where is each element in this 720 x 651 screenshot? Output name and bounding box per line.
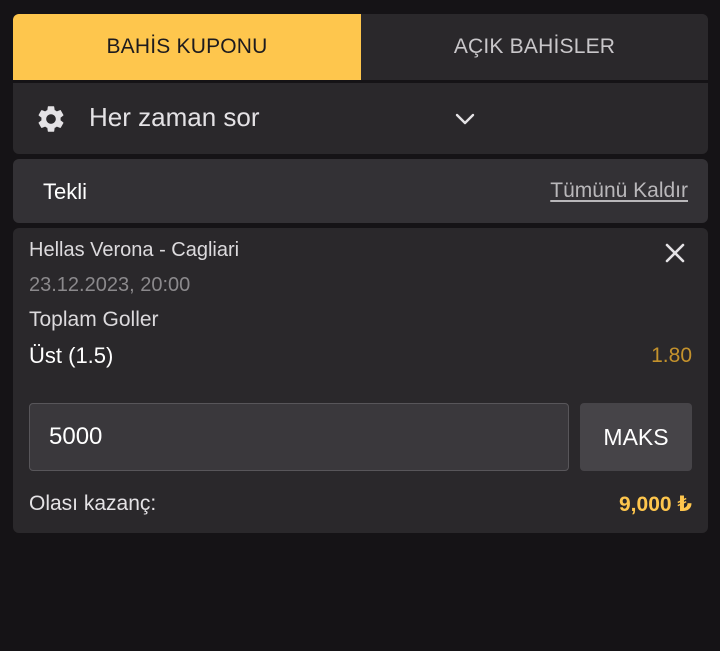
bet-type-label: Tekli <box>43 179 88 204</box>
gear-icon <box>38 106 64 132</box>
market-name: Toplam Goller <box>29 308 159 331</box>
remove-all-link[interactable]: Tümünü Kaldır <box>550 179 688 203</box>
tab-bar: BAHİS KUPONU AÇIK BAHİSLER <box>13 14 708 80</box>
match-datetime: 23.12.2023, 20:00 <box>29 274 191 296</box>
tab-bet-slip[interactable]: BAHİS KUPONU <box>13 14 361 80</box>
bet-slip: BAHİS KUPONU AÇIK BAHİSLER Her zaman sor… <box>13 14 708 533</box>
stake-input[interactable] <box>29 403 569 471</box>
tab-open-bets[interactable]: AÇIK BAHİSLER <box>361 14 708 80</box>
odds-value: 1.80 <box>651 344 692 367</box>
selection-name: Üst (1.5) <box>29 343 114 368</box>
bet-type-bar: Tekli Tümünü Kaldır <box>13 159 708 223</box>
potential-win-label: Olası kazanç: <box>29 492 157 515</box>
bet-card: Hellas Verona - Cagliari 23.12.2023, 20:… <box>13 228 708 533</box>
potential-win-value: 9,000 ₺ <box>619 493 692 516</box>
odds-change-setting[interactable]: Her zaman sor <box>13 83 708 154</box>
close-icon[interactable] <box>664 242 686 264</box>
chevron-down-icon[interactable] <box>453 107 477 131</box>
odds-setting-value: Her zaman sor <box>89 102 260 132</box>
match-name: Hellas Verona - Cagliari <box>29 239 240 261</box>
max-stake-button[interactable]: MAKS <box>580 403 692 471</box>
